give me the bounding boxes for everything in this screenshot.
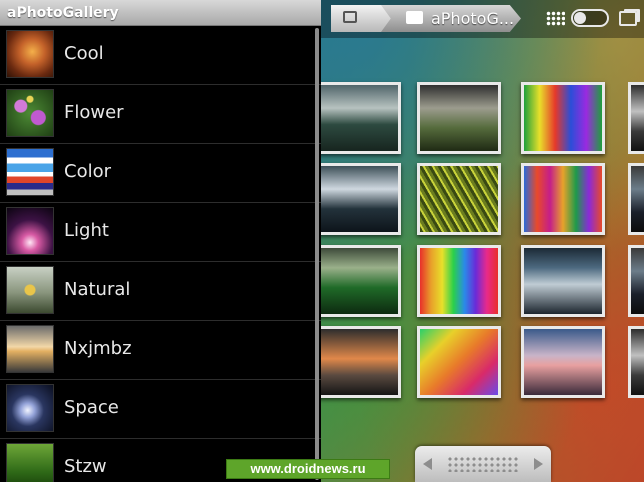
pager-next-icon[interactable]	[534, 458, 543, 470]
album-label: Nxjmbz	[64, 338, 132, 359]
photo-thumbnail[interactable]	[321, 245, 401, 317]
album-thumbnail	[6, 89, 54, 137]
album-item-cool[interactable]: Cool	[0, 26, 321, 85]
photo-thumbnail[interactable]	[417, 82, 501, 154]
album-thumbnail	[6, 30, 54, 78]
photo-thumbnail[interactable]	[417, 163, 501, 235]
grid-view-icon[interactable]	[546, 11, 565, 26]
gallery-home-button[interactable]	[331, 5, 393, 32]
app-title: aPhotoGallery	[0, 0, 321, 26]
album-label: Color	[64, 161, 111, 182]
page-navigator	[415, 446, 551, 482]
album-thumbnail	[6, 443, 54, 482]
album-thumbnail	[6, 325, 54, 373]
photo-thumbnail[interactable]	[521, 82, 605, 154]
album-item-nxjmbz[interactable]: Nxjmbz	[0, 321, 321, 380]
folder-icon	[406, 11, 423, 24]
photo-grid-pane: aPhotoG...	[321, 0, 644, 482]
album-thumbnail	[6, 266, 54, 314]
album-thumbnail	[6, 384, 54, 432]
photo-thumbnail[interactable]	[628, 245, 644, 317]
album-breadcrumb-button[interactable]: aPhotoG...	[381, 5, 521, 32]
album-label: Stzw	[64, 456, 107, 477]
album-item-light[interactable]: Light	[0, 203, 321, 262]
photo-thumbnail[interactable]	[521, 163, 605, 235]
photo-thumbnail[interactable]	[628, 163, 644, 235]
photo-thumbnail[interactable]	[417, 326, 501, 398]
album-item-natural[interactable]: Natural	[0, 262, 321, 321]
toggle-knob	[574, 12, 586, 24]
photo-thumbnail[interactable]	[321, 82, 401, 154]
view-toggle-icon[interactable]	[571, 9, 609, 27]
photo-thumbnail[interactable]	[628, 82, 644, 154]
gallery-icon	[343, 11, 357, 23]
album-list-pane: aPhotoGallery Cool Flower Color Light Na…	[0, 0, 321, 482]
album-label: Natural	[64, 279, 131, 300]
album-label: Flower	[64, 102, 124, 123]
list-scrollbar[interactable]	[315, 28, 319, 480]
photo-thumbnail[interactable]	[417, 245, 501, 317]
album-label: Space	[64, 397, 119, 418]
album-label: Light	[64, 220, 109, 241]
watermark-banner: www.droidnews.ru	[226, 459, 390, 479]
photo-thumbnail[interactable]	[321, 163, 401, 235]
photo-thumbnail[interactable]	[628, 326, 644, 398]
album-item-color[interactable]: Color	[0, 144, 321, 203]
slideshow-icon[interactable]	[619, 11, 637, 26]
photo-thumbnail[interactable]	[521, 326, 605, 398]
page-dots[interactable]	[447, 456, 519, 472]
pager-prev-icon[interactable]	[423, 458, 432, 470]
album-thumbnail	[6, 207, 54, 255]
album-title: aPhotoG...	[431, 9, 515, 28]
photo-thumbnail[interactable]	[521, 245, 605, 317]
album-thumbnail	[6, 148, 54, 196]
album-item-flower[interactable]: Flower	[0, 85, 321, 144]
album-item-space[interactable]: Space	[0, 380, 321, 439]
album-label: Cool	[64, 43, 104, 64]
action-bar: aPhotoG...	[321, 0, 644, 38]
photo-thumbnail[interactable]	[321, 326, 401, 398]
